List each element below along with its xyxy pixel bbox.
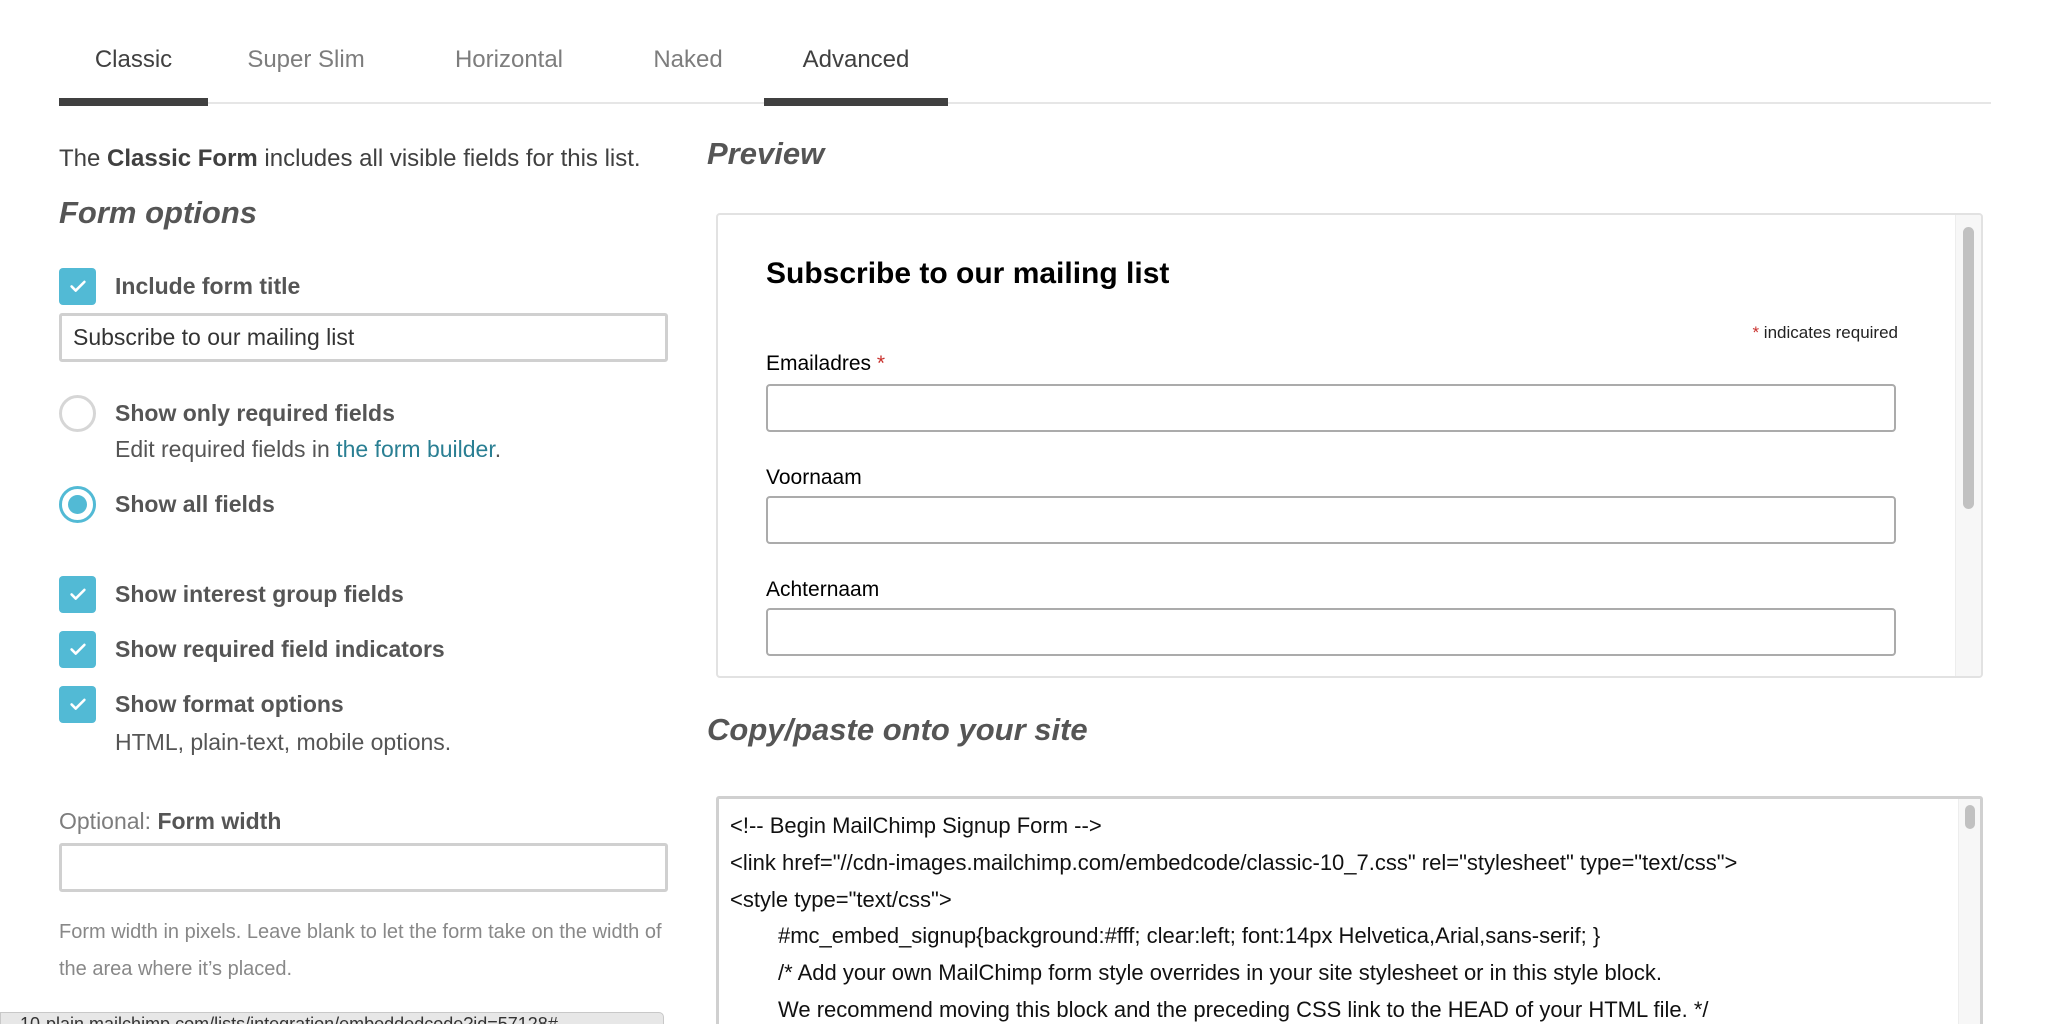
email-field[interactable] <box>766 384 1896 432</box>
email-field-label: Emailadres * <box>766 352 885 376</box>
first-name-field[interactable] <box>766 496 1896 544</box>
email-required-asterisk: * <box>876 352 886 375</box>
required-note: * indicates required <box>1752 323 1898 343</box>
checkmark-icon <box>69 698 86 710</box>
last-name-label: Achternaam <box>766 578 880 601</box>
tab-super-slim[interactable]: Super Slim <box>238 46 374 104</box>
optional-prefix: Optional: <box>59 808 158 834</box>
intro-form-name: Classic Form <box>107 145 258 172</box>
show-all-fields-label: Show all fields <box>115 490 275 517</box>
form-width-help: Form width in pixels. Leave blank to let… <box>59 921 662 980</box>
format-options-checkbox[interactable] <box>59 685 96 723</box>
status-bar-url: ...10-plain.mailchimp.com/lists/integrat… <box>0 1012 664 1024</box>
show-required-only-option[interactable]: Show only required fields <box>59 394 395 432</box>
edit-required-prefix: Edit required fields in <box>115 436 337 462</box>
first-name-label: Voornaam <box>766 466 862 489</box>
embed-code-textarea[interactable]: <!-- Begin MailChimp Signup Form --> <li… <box>716 796 1983 1024</box>
checkmark-icon <box>69 643 86 655</box>
form-title-input[interactable] <box>59 313 668 362</box>
edit-required-suffix: . <box>494 436 502 462</box>
code-scrollbar[interactable] <box>1958 799 1980 1024</box>
checkmark-icon <box>69 588 86 600</box>
show-all-fields-radio[interactable] <box>59 485 96 523</box>
preview-heading: Preview <box>707 136 825 171</box>
tab-classic[interactable]: Classic <box>59 46 208 106</box>
code-line: #mc_embed_signup{background:#fff; clear:… <box>778 923 1601 948</box>
code-line: /* Add your own MailChimp form style ove… <box>778 960 1663 985</box>
format-options-hint: HTML, plain-text, mobile options. <box>115 729 452 755</box>
form-builder-link[interactable]: the form builder <box>336 436 495 462</box>
intro-prefix: The <box>59 145 108 172</box>
preview-scrollbar[interactable] <box>1955 215 1981 676</box>
required-indicators-checkbox[interactable] <box>59 630 96 668</box>
include-title-option[interactable]: Include form title <box>59 267 300 305</box>
preview-form-title: Subscribe to our mailing list <box>766 257 1170 290</box>
edit-required-hint: Edit required fields in the form builder… <box>115 436 501 463</box>
include-title-label: Include form title <box>115 272 301 299</box>
form-width-input[interactable] <box>59 843 668 892</box>
checkmark-icon <box>69 280 86 292</box>
required-indicators-label: Show required field indicators <box>115 635 445 662</box>
tab-naked[interactable]: Naked <box>640 46 736 104</box>
code-line: <link href="//cdn-images.mailchimp.com/e… <box>730 850 1738 875</box>
code-line: <!-- Begin MailChimp Signup Form --> <box>730 813 1102 838</box>
show-required-only-label: Show only required fields <box>115 399 395 426</box>
show-required-only-radio[interactable] <box>59 394 96 432</box>
intro-suffix: includes all visible fields for this lis… <box>257 145 641 172</box>
form-width-label: Optional: Form width <box>59 808 281 835</box>
preview-form: Subscribe to our mailing list * indicate… <box>718 215 1956 676</box>
tab-advanced[interactable]: Advanced <box>764 46 948 106</box>
show-all-fields-option[interactable]: Show all fields <box>59 485 275 523</box>
format-options-label: Show format options <box>115 690 344 717</box>
form-options-heading: Form options <box>59 195 258 230</box>
preview-frame: Subscribe to our mailing list * indicate… <box>716 213 1983 678</box>
interest-groups-option[interactable]: Show interest group fields <box>59 575 404 613</box>
format-options-option[interactable]: Show format options <box>59 685 344 723</box>
form-width-title: Form width <box>157 808 282 834</box>
email-label-text: Emailadres <box>766 352 872 375</box>
required-indicators-option[interactable]: Show required field indicators <box>59 630 445 668</box>
form-type-tabs: Classic Super Slim Horizontal Naked Adva… <box>59 0 1991 106</box>
required-note-text: indicates required <box>1759 323 1898 342</box>
tab-horizontal[interactable]: Horizontal <box>440 46 578 104</box>
copy-paste-heading: Copy/paste onto your site <box>707 712 1088 747</box>
form-intro-text: The Classic Form includes all visible fi… <box>59 145 641 173</box>
last-name-field[interactable] <box>766 608 1896 656</box>
code-line: We recommend moving this block and the p… <box>778 997 1709 1022</box>
code-scrollbar-thumb[interactable] <box>1965 805 1975 829</box>
interest-groups-label: Show interest group fields <box>115 580 404 607</box>
include-title-checkbox[interactable] <box>59 267 96 305</box>
code-line: <style type="text/css"> <box>730 887 952 912</box>
preview-scrollbar-thumb[interactable] <box>1963 227 1974 509</box>
interest-groups-checkbox[interactable] <box>59 575 96 613</box>
